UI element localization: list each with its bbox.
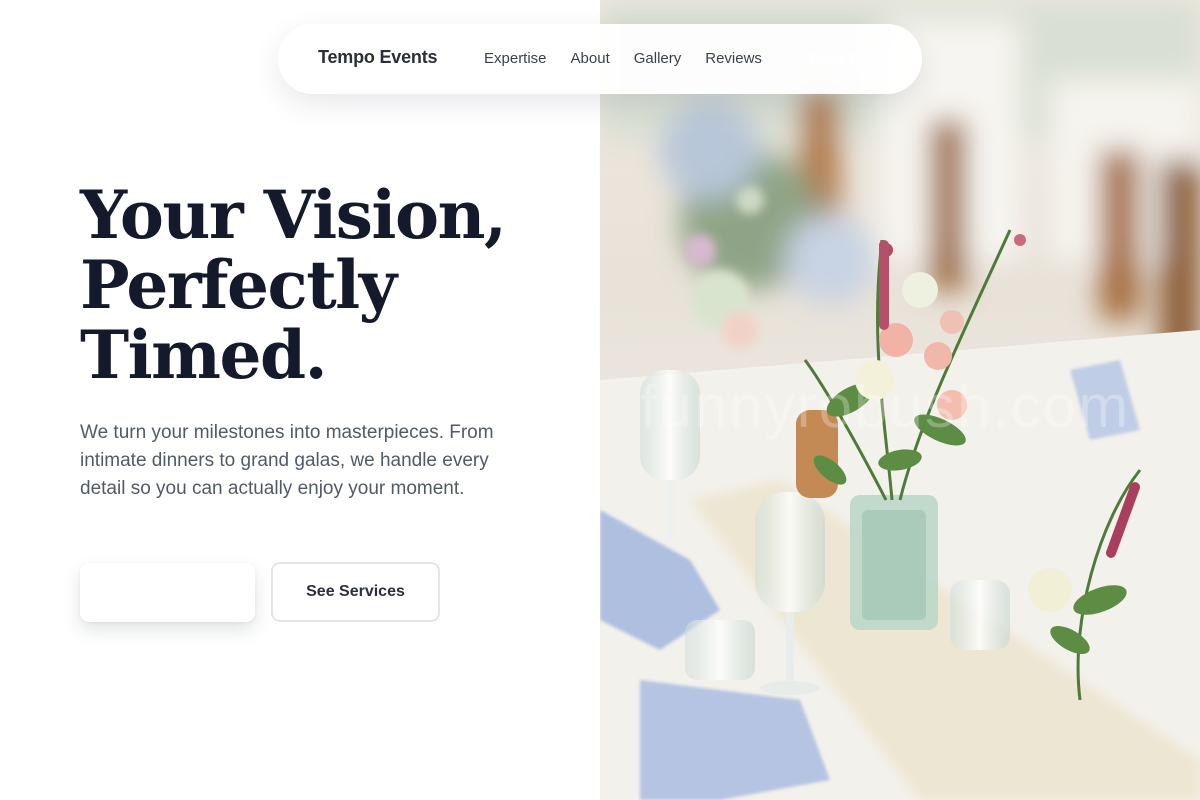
nav-links: Expertise About Gallery Reviews [484,50,786,67]
primary-cta-button[interactable] [80,563,255,622]
headline-line: Perfectly [80,246,397,324]
headline-line: Your Vision, [80,176,507,254]
nav-link-about[interactable]: About [571,50,610,67]
book-now-button[interactable]: Book Now [809,50,882,67]
headline-line: Timed. [80,316,328,394]
landing-page: funnyrobush.com Tempo Events Expertise A… [0,0,1200,800]
nav-link-reviews[interactable]: Reviews [705,50,762,67]
top-navigation: Tempo Events Expertise About Gallery Rev… [278,24,922,94]
hero-photo: funnyrobush.com [600,0,1200,800]
brand-logo[interactable]: Tempo Events [318,47,437,68]
image-watermark: funnyrobush.com [640,373,1131,440]
hero-subtext: We turn your milestones into masterpiece… [80,422,494,499]
see-services-button[interactable]: See Services [271,562,440,622]
nav-link-expertise[interactable]: Expertise [484,50,547,67]
nav-link-gallery[interactable]: Gallery [634,50,682,67]
hero-headline: Your Vision, Perfectly Timed. [80,180,580,390]
